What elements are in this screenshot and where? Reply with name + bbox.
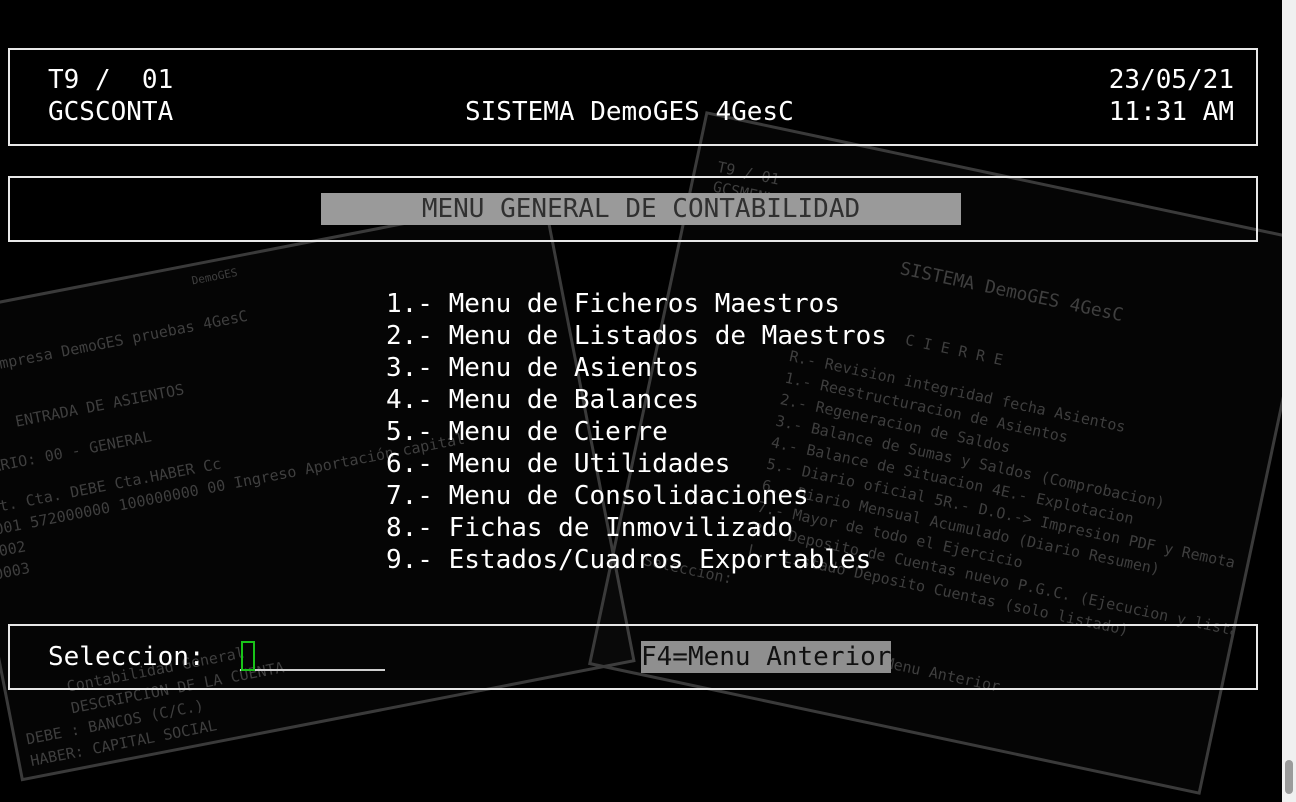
bg-line: ENTRADA DE ASIENTOS [13, 380, 186, 431]
menu-item-listados-maestros[interactable]: 2.- Menu de Listados de Maestros [386, 320, 887, 352]
text-cursor [241, 641, 255, 671]
menu-item-consolidaciones[interactable]: 7.- Menu de Consolidaciones [386, 480, 887, 512]
program-name: GCSCONTA [48, 97, 174, 127]
menu-item-utilidades[interactable]: 6.- Menu de Utilidades [386, 448, 887, 480]
menu-item-balances[interactable]: 4.- Menu de Balances [386, 384, 887, 416]
bg-line: DemoGES [190, 265, 239, 288]
selection-input[interactable] [240, 641, 385, 671]
menu-item-fichas-inmovilizado[interactable]: 8.- Fichas de Inmovilizado [386, 512, 887, 544]
bg-line: 0002 [0, 537, 28, 562]
bg-line: C I E R R E [903, 330, 1005, 370]
menu-item-asientos[interactable]: 3.- Menu de Asientos [386, 352, 887, 384]
menu-item-ficheros-maestros[interactable]: 1.- Menu de Ficheros Maestros [386, 288, 887, 320]
system-title: SISTEMA DemoGES 4GesC [465, 97, 794, 127]
bg-line: 0003 [0, 558, 32, 584]
menu-item-cierre[interactable]: 5.- Menu de Cierre [386, 416, 887, 448]
date: 23/05/21 [1108, 65, 1234, 95]
time: 11:31 AM [1108, 97, 1234, 127]
menu-item-estados-cuadros[interactable]: 9.- Estados/Cuadros Exportables [386, 544, 887, 576]
selection-label: Seleccion: [48, 642, 205, 672]
menu-options: 1.- Menu de Ficheros Maestros 2.- Menu d… [386, 288, 887, 576]
bg-line: SISTEMA DemoGES 4GesC [898, 258, 1125, 327]
menu-title: MENU GENERAL DE CONTABILIDAD [321, 193, 961, 225]
f4-previous-menu-key[interactable]: F4=Menu Anterior [641, 641, 892, 673]
bg-line: 1 - Empresa DemoGES pruebas 4GesC [0, 306, 250, 382]
vertical-scrollbar[interactable] [1282, 0, 1296, 802]
terminal-id: T9 / 01 [48, 65, 174, 95]
scrollbar-thumb[interactable] [1285, 760, 1293, 794]
